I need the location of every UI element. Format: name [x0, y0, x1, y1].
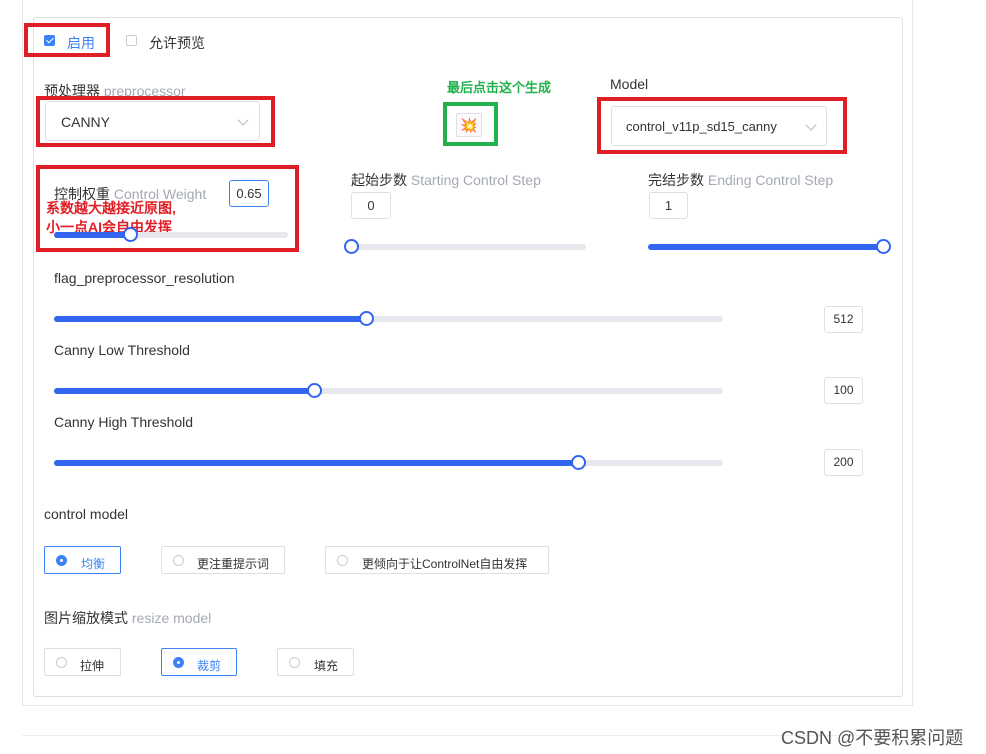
radio-icon [56, 555, 67, 566]
control-mode-option-prompt[interactable]: 更注重提示词 [161, 546, 285, 574]
ending-step-slider-fill [648, 244, 883, 250]
annotation-box-preprocessor [36, 96, 275, 147]
ending-step-label-en: Ending Control Step [707, 172, 834, 188]
starting-step-label: 起始步数 Starting Control Step [351, 170, 541, 190]
resize-mode-label-en: resize model [131, 610, 212, 626]
starting-step-input[interactable]: 0 [351, 192, 391, 219]
high-threshold-slider-thumb[interactable] [570, 455, 586, 470]
control-mode-option-balanced[interactable]: 均衡 [44, 546, 121, 574]
allow-preview-label: 允许预览 [149, 35, 205, 51]
radio-icon [173, 555, 184, 566]
control-mode-label: control model [44, 506, 129, 522]
radio-icon [289, 657, 300, 668]
starting-step-slider-thumb[interactable] [343, 239, 359, 254]
allow-preview-checkbox[interactable]: 允许预览 [126, 33, 216, 51]
control-mode-option-label: 更倾向于让ControlNet自由发挥 [362, 557, 528, 571]
ending-step-slider-thumb[interactable] [875, 239, 891, 254]
allow-preview-checkbox-box[interactable] [126, 35, 137, 46]
starting-step-label-cn: 起始步数 [351, 172, 407, 188]
generate-button[interactable]: 💥 [456, 113, 482, 137]
radio-icon [56, 657, 67, 668]
control-mode-option-label: 更注重提示词 [197, 557, 270, 571]
resolution-label: flag_preprocessor_resolution [54, 270, 235, 286]
resize-mode-option-crop[interactable]: 裁剪 [161, 648, 237, 676]
generate-annotation: 最后点击这个生成 [447, 80, 552, 95]
annotation-box-control-weight [36, 165, 299, 252]
watermark: CSDN @不要积累问题 [781, 728, 964, 748]
annotation-box-model [597, 97, 847, 154]
resize-mode-option-label: 裁剪 [197, 659, 222, 673]
resize-mode-option-label: 拉伸 [80, 659, 105, 673]
control-mode-option-controlnet[interactable]: 更倾向于让ControlNet自由发挥 [325, 546, 549, 574]
high-threshold-slider-fill [54, 460, 579, 466]
low-threshold-slider-fill [54, 388, 315, 394]
control-mode-option-label: 均衡 [81, 557, 106, 571]
starting-step-label-en: Starting Control Step [410, 172, 541, 188]
resize-mode-option-label: 填充 [314, 659, 339, 673]
explosion-icon: 💥 [460, 117, 478, 133]
ending-step-input[interactable]: 1 [649, 192, 688, 219]
ending-step-slider[interactable] [648, 239, 891, 254]
ending-step-label-cn: 完结步数 [648, 172, 704, 188]
resolution-slider[interactable] [54, 311, 723, 326]
resize-mode-label-cn: 图片缩放模式 [44, 610, 128, 626]
high-threshold-label: Canny High Threshold [54, 414, 194, 430]
resolution-input[interactable]: 512 [824, 306, 863, 333]
divider [22, 735, 892, 736]
resolution-slider-fill [54, 316, 367, 322]
resize-mode-option-fill[interactable]: 填充 [277, 648, 354, 676]
resize-mode-label: 图片缩放模式 resize model [44, 608, 211, 628]
annotation-box-enable [24, 23, 110, 57]
radio-icon [337, 555, 348, 566]
high-threshold-slider[interactable] [54, 455, 723, 470]
high-threshold-input[interactable]: 200 [824, 449, 863, 476]
low-threshold-input[interactable]: 100 [824, 377, 863, 404]
low-threshold-label: Canny Low Threshold [54, 342, 190, 358]
radio-icon [173, 657, 184, 668]
low-threshold-slider[interactable] [54, 383, 723, 398]
ending-step-label: 完结步数 Ending Control Step [648, 170, 833, 190]
resolution-slider-thumb[interactable] [358, 311, 374, 326]
model-label: Model [610, 76, 649, 92]
starting-step-slider[interactable] [343, 239, 586, 254]
resize-mode-option-stretch[interactable]: 拉伸 [44, 648, 121, 676]
